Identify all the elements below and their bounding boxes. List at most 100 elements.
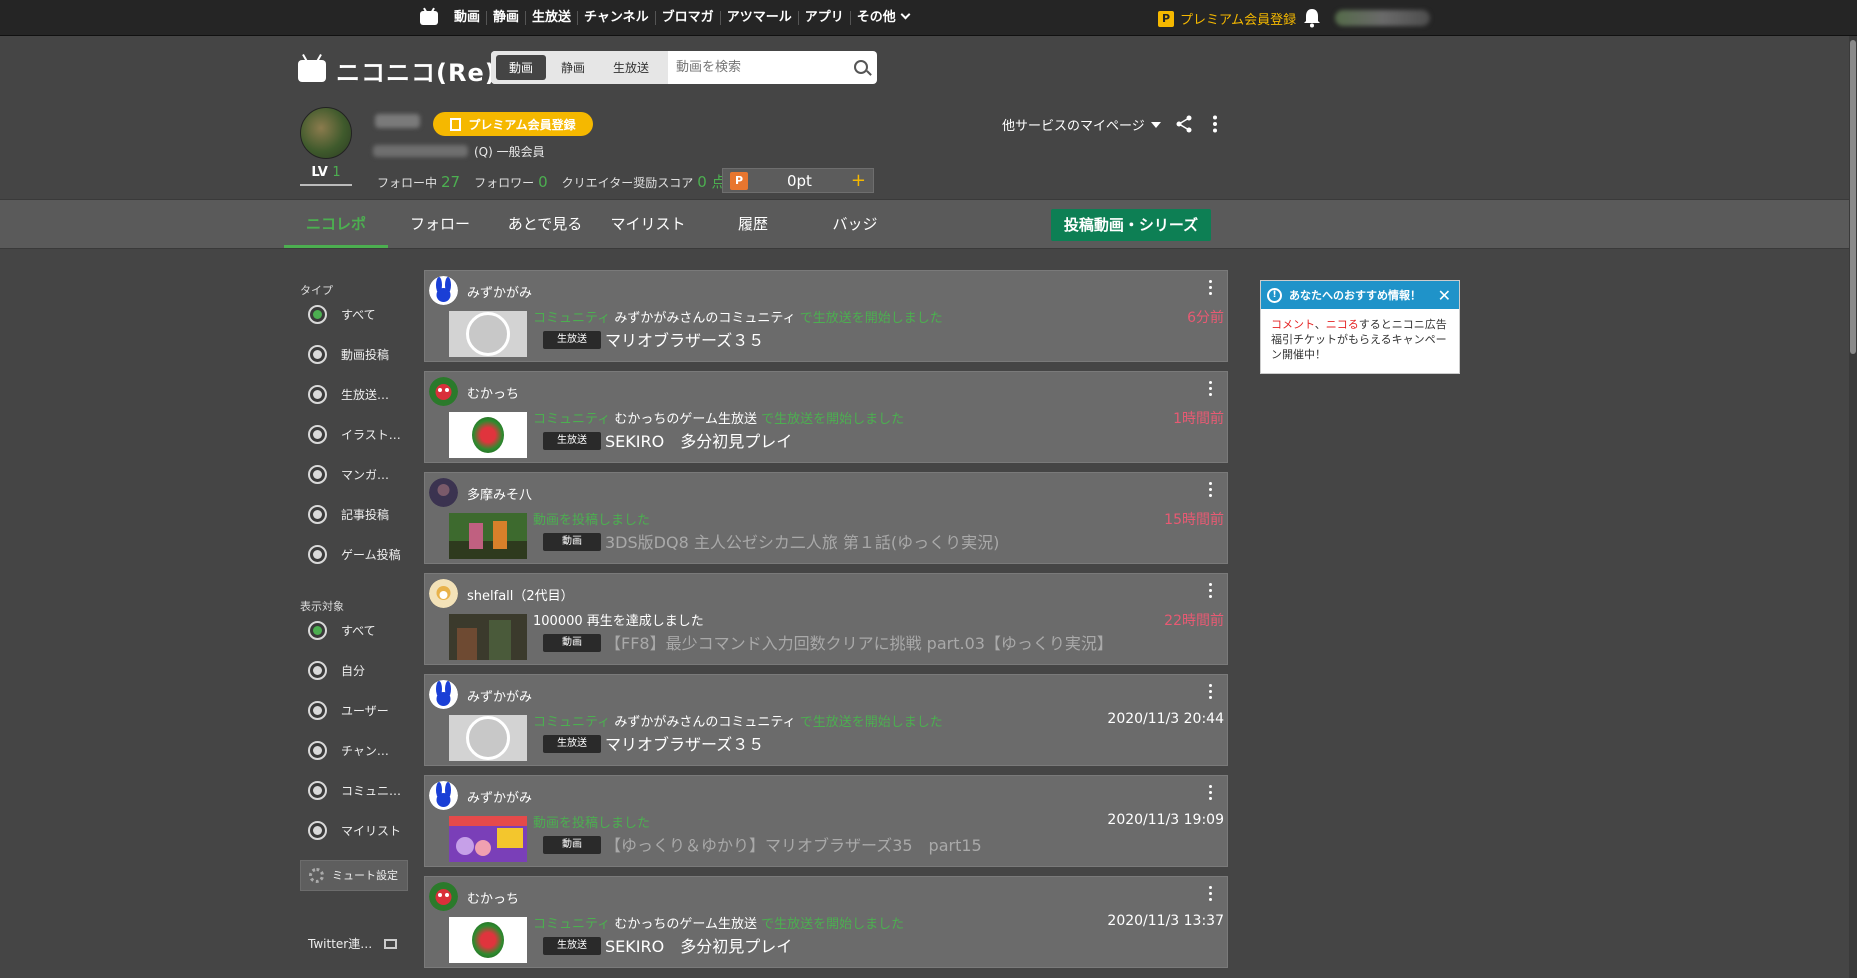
search-tab-live[interactable]: 生放送 bbox=[600, 55, 662, 80]
user-icon-character[interactable] bbox=[429, 579, 458, 608]
radio-button[interactable] bbox=[308, 505, 327, 524]
premium-register-link[interactable]: P プレミアム会員登録 bbox=[1158, 9, 1296, 28]
user-name[interactable]: むかっち bbox=[467, 888, 519, 907]
tab-badge[interactable]: バッジ bbox=[830, 200, 880, 248]
radio-button[interactable] bbox=[308, 425, 327, 444]
activity-prefix[interactable]: コミュニティ bbox=[533, 917, 610, 932]
user-name[interactable]: むかっち bbox=[467, 383, 519, 402]
search-tab-douga[interactable]: 動画 bbox=[496, 55, 547, 80]
topnav-douga[interactable]: 動画 bbox=[448, 11, 488, 25]
user-name[interactable]: 多摩みそ八 bbox=[467, 484, 532, 503]
radio-selected[interactable] bbox=[308, 305, 327, 324]
user-menu-avatar[interactable] bbox=[1335, 10, 1430, 26]
follow-count[interactable]: 27 bbox=[441, 173, 460, 191]
item-menu-icon[interactable] bbox=[1209, 684, 1213, 700]
nicorepo-item[interactable]: むかっち コミュニティ むかっちのゲーム生放送 で生放送を開始しました 2020… bbox=[424, 876, 1228, 968]
user-icon-rabbit[interactable] bbox=[429, 276, 458, 305]
user-name[interactable]: みずかがみ bbox=[467, 282, 532, 301]
activity-subject[interactable]: むかっちのゲーム生放送 bbox=[614, 917, 757, 932]
community-thumbnail[interactable] bbox=[449, 311, 527, 357]
share-icon[interactable] bbox=[1175, 115, 1193, 133]
user-icon-game[interactable] bbox=[429, 377, 458, 406]
user-icon-rabbit[interactable] bbox=[429, 680, 458, 709]
topnav-seiga[interactable]: 静画 bbox=[487, 11, 527, 25]
tab-mylist[interactable]: マイリスト bbox=[608, 200, 688, 248]
other-mypage-dropdown[interactable]: 他サービスのマイページ bbox=[1002, 115, 1161, 134]
uploaded-series-button[interactable]: 投稿動画・シリーズ bbox=[1051, 209, 1211, 241]
target-option-channel[interactable]: チャン… bbox=[308, 741, 389, 760]
user-icon-game[interactable] bbox=[429, 882, 458, 911]
mute-settings-button[interactable]: ミュート設定 bbox=[300, 860, 408, 891]
type-option-all[interactable]: すべて bbox=[308, 305, 376, 324]
activity-subject[interactable]: みずかがみさんのコミュニティ bbox=[614, 311, 795, 326]
content-title[interactable]: SEKIRO 多分初見プレイ bbox=[605, 428, 792, 452]
type-option-manga[interactable]: マンガ… bbox=[308, 465, 389, 484]
radio-button[interactable] bbox=[308, 781, 327, 800]
item-menu-icon[interactable] bbox=[1209, 381, 1213, 397]
premium-register-button[interactable]: プレミアム会員登録 bbox=[433, 112, 593, 136]
topnav-live[interactable]: 生放送 bbox=[526, 11, 579, 25]
content-title[interactable]: 【FF8】最少コマンド入力回数クリアに挑戦 part.03【ゆっくり実況】 bbox=[605, 630, 1113, 654]
radio-button[interactable] bbox=[308, 701, 327, 720]
topnav-blomaga[interactable]: ブロマガ bbox=[656, 11, 721, 25]
content-title[interactable]: 【ゆっくり＆ゆかり】マリオブラザーズ35 part15 bbox=[605, 832, 982, 856]
add-points-icon[interactable]: + bbox=[851, 170, 866, 191]
follower-label[interactable]: フォロワー bbox=[474, 174, 534, 191]
bell-icon[interactable] bbox=[1303, 8, 1321, 28]
video-thumbnail[interactable] bbox=[449, 513, 527, 559]
tab-watch-later[interactable]: あとで見る bbox=[500, 200, 590, 248]
user-avatar[interactable] bbox=[300, 107, 352, 159]
notice-body[interactable]: コメント、ニコるするとニコニ広告 福引チケットがもらえるキャンペーン開催中！ bbox=[1261, 309, 1459, 370]
radio-button[interactable] bbox=[308, 465, 327, 484]
item-menu-icon[interactable] bbox=[1209, 583, 1213, 599]
type-option-live[interactable]: 生放送… bbox=[308, 385, 389, 404]
topnav-channel[interactable]: チャンネル bbox=[578, 11, 656, 25]
community-thumbnail[interactable] bbox=[449, 917, 527, 963]
follower-count[interactable]: 0 bbox=[538, 173, 548, 191]
target-option-self[interactable]: 自分 bbox=[308, 661, 365, 680]
target-option-all[interactable]: すべて bbox=[308, 621, 376, 640]
activity-prefix[interactable]: コミュニティ bbox=[533, 715, 610, 730]
item-menu-icon[interactable] bbox=[1209, 785, 1213, 801]
search-icon[interactable] bbox=[847, 53, 877, 83]
radio-button[interactable] bbox=[308, 345, 327, 364]
content-title[interactable]: マリオブラザーズ３５ bbox=[605, 731, 764, 755]
follow-label[interactable]: フォロー中 bbox=[377, 174, 437, 191]
activity-subject[interactable]: むかっちのゲーム生放送 bbox=[614, 412, 757, 427]
user-icon-dark[interactable] bbox=[429, 478, 458, 507]
niconico-tv-icon[interactable] bbox=[420, 11, 438, 25]
user-name[interactable]: みずかがみ bbox=[467, 787, 532, 806]
content-title[interactable]: 3DS版DQ8 主人公ゼシカ二人旅 第１話(ゆっくり実況) bbox=[605, 529, 999, 553]
nicorepo-item[interactable]: みずかがみ コミュニティ みずかがみさんのコミュニティ で生放送を開始しました … bbox=[424, 270, 1228, 362]
tab-history[interactable]: 履歴 bbox=[728, 200, 778, 248]
radio-button[interactable] bbox=[308, 545, 327, 564]
more-options-icon[interactable] bbox=[1212, 115, 1218, 133]
niconico-logo[interactable]: ニコニコ(Re) bbox=[298, 53, 497, 88]
tab-nicorepo[interactable]: ニコレポ bbox=[284, 200, 388, 248]
community-thumbnail[interactable] bbox=[449, 412, 527, 458]
topnav-more[interactable]: その他 bbox=[851, 9, 915, 25]
community-thumbnail[interactable] bbox=[449, 715, 527, 761]
target-option-community[interactable]: コミュニ… bbox=[308, 781, 401, 800]
type-option-video[interactable]: 動画投稿 bbox=[308, 345, 389, 364]
radio-button[interactable] bbox=[308, 385, 327, 404]
item-menu-icon[interactable] bbox=[1209, 886, 1213, 902]
search-input[interactable] bbox=[668, 51, 847, 84]
twitter-link[interactable]: Twitter連… bbox=[308, 935, 398, 952]
nicorepo-item[interactable]: みずかがみ コミュニティ みずかがみさんのコミュニティ で生放送を開始しました … bbox=[424, 674, 1228, 766]
type-option-illust[interactable]: イラスト… bbox=[308, 425, 401, 444]
scrollbar-thumb[interactable] bbox=[1850, 40, 1856, 354]
video-thumbnail[interactable] bbox=[449, 614, 527, 660]
item-menu-icon[interactable] bbox=[1209, 280, 1213, 296]
nicorepo-item[interactable]: 多摩みそ八 動画を投稿しました 15時間前 動画 3DS版DQ8 主人公ゼシカ二… bbox=[424, 472, 1228, 564]
type-option-article[interactable]: 記事投稿 bbox=[308, 505, 389, 524]
radio-selected[interactable] bbox=[308, 621, 327, 640]
page-scrollbar[interactable] bbox=[1849, 36, 1857, 978]
search-tab-seiga[interactable]: 静画 bbox=[548, 55, 598, 80]
user-name[interactable]: shelfall（2代目） bbox=[467, 585, 574, 604]
tab-follow[interactable]: フォロー bbox=[400, 200, 480, 248]
nicorepo-item[interactable]: みずかがみ 動画を投稿しました 2020/11/3 19:09 動画 【ゆっくり… bbox=[424, 775, 1228, 867]
nicorepo-item[interactable]: shelfall（2代目） 100000 再生を達成しました 22時間前 動画 … bbox=[424, 573, 1228, 665]
radio-button[interactable] bbox=[308, 821, 327, 840]
content-title[interactable]: マリオブラザーズ３５ bbox=[605, 327, 764, 351]
